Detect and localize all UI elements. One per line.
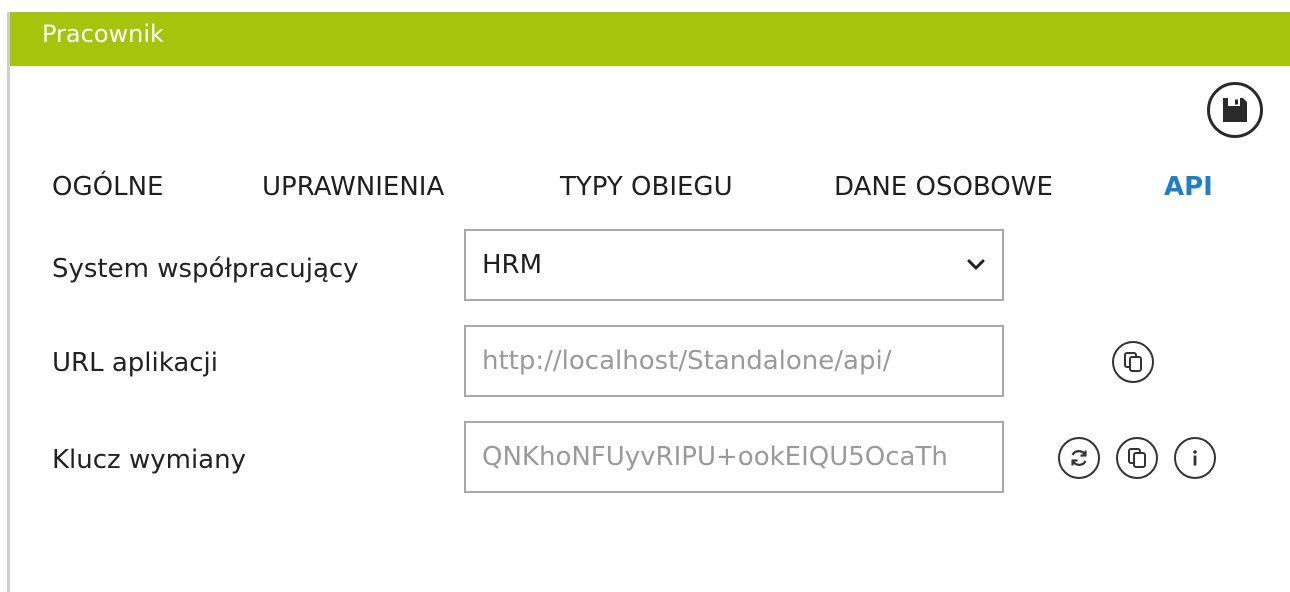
save-button[interactable] — [1207, 82, 1263, 138]
copy-icon — [1124, 352, 1142, 372]
url-field-value: http://localhost/Standalone/api/ — [482, 346, 892, 376]
window-title: Pracownik — [42, 20, 164, 48]
key-label: Klucz wymiany — [52, 445, 246, 475]
tab-api[interactable]: API — [1164, 165, 1213, 209]
system-label: System współpracujący — [52, 254, 359, 284]
save-icon — [1223, 98, 1247, 122]
system-select-value: HRM — [482, 250, 543, 280]
copy-url-button[interactable] — [1112, 341, 1154, 383]
info-icon — [1193, 450, 1197, 466]
key-field-value: QNKhoNFUyvRIPU+ookEIQU5OcaTh — [482, 442, 948, 472]
tab-ogolne[interactable]: OGÓLNE — [52, 165, 163, 209]
tab-dane-osobowe[interactable]: DANE OSOBOWE — [834, 165, 1053, 209]
copy-key-button[interactable] — [1116, 437, 1158, 479]
refresh-key-button[interactable] — [1058, 437, 1100, 479]
tab-uprawnienia[interactable]: UPRAWNIENIA — [262, 165, 444, 209]
window-header: Pracownik — [10, 12, 1290, 66]
employee-window: Pracownik OGÓLNE UPRAWNIENIA TYPY OBIEGU… — [0, 0, 1290, 592]
left-border — [7, 12, 10, 592]
key-info-button[interactable] — [1174, 437, 1216, 479]
tab-typy-obiegu[interactable]: TYPY OBIEGU — [560, 165, 733, 209]
url-label: URL aplikacji — [52, 348, 219, 378]
url-field[interactable]: http://localhost/Standalone/api/ — [464, 325, 1004, 397]
tab-bar: OGÓLNE UPRAWNIENIA TYPY OBIEGU DANE OSOB… — [0, 165, 1290, 209]
key-field[interactable]: QNKhoNFUyvRIPU+ookEIQU5OcaTh — [464, 421, 1004, 493]
chevron-down-icon — [967, 259, 985, 270]
top-strip — [0, 0, 1290, 12]
system-select[interactable]: HRM — [464, 229, 1004, 301]
copy-icon — [1128, 448, 1146, 468]
refresh-icon — [1071, 450, 1087, 466]
